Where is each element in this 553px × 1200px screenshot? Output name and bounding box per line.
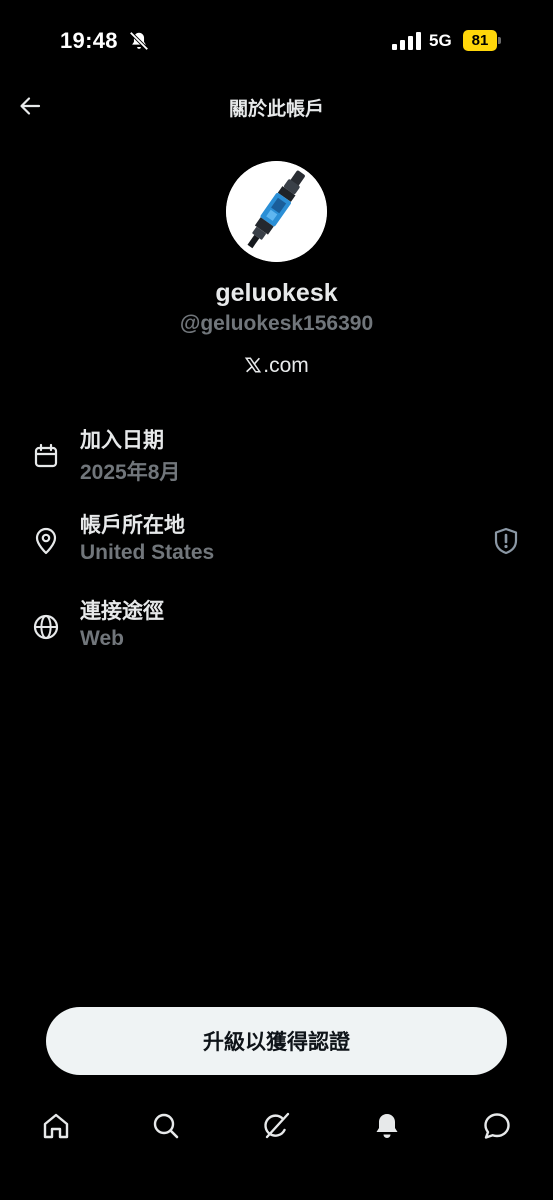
notifications-icon [376, 1114, 398, 1138]
info-row-connected-via: 連接途徑 Web [0, 591, 553, 661]
nav-grok[interactable] [260, 1110, 292, 1142]
info-value: Web [80, 627, 124, 650]
battery-icon: 81 [463, 30, 502, 51]
screen: 19:48 5G 81 關於此帳戶 geluokesk @geluokesk15… [0, 0, 553, 1200]
display-name: geluokesk [215, 279, 338, 307]
home-icon [43, 1113, 69, 1139]
location-pin-icon [35, 527, 57, 555]
page-title: 關於此帳戶 [228, 99, 324, 120]
battery-level: 81 [471, 32, 489, 49]
avatar-image [226, 161, 327, 262]
info-row-join-date: 加入日期 2025年8月 [0, 420, 553, 490]
username: @geluokesk156390 [179, 312, 374, 335]
upgrade-verification-button[interactable]: 升級以獲得認證 [46, 1007, 507, 1075]
info-value: 2025年8月 [80, 461, 181, 484]
info-label: 加入日期 [80, 429, 164, 452]
x-logo-icon [245, 357, 262, 373]
status-time: 19:48 [60, 28, 118, 53]
globe-icon [33, 614, 59, 640]
bottom-nav [0, 1100, 553, 1160]
nav-home[interactable] [40, 1110, 72, 1142]
nav-messages[interactable] [481, 1110, 513, 1142]
shield-alert-icon[interactable] [492, 526, 520, 556]
calendar-icon [34, 443, 58, 468]
messages-icon [484, 1113, 510, 1139]
website-link-text: .com [263, 354, 309, 377]
cellular-signal-icon [392, 32, 421, 50]
avatar[interactable] [226, 161, 327, 262]
info-value: United States [80, 541, 215, 564]
nav-search[interactable] [150, 1110, 182, 1142]
info-label: 帳戶所在地 [80, 514, 185, 537]
info-label: 連接途徑 [80, 600, 164, 623]
info-row-location: 帳戶所在地 United States [0, 505, 553, 575]
search-icon [153, 1113, 179, 1139]
website-link[interactable]: .com [0, 354, 553, 378]
network-type: 5G [429, 31, 452, 50]
status-bar: 19:48 5G 81 [0, 0, 553, 84]
nav-notifications[interactable] [371, 1110, 403, 1142]
grok-icon [264, 1112, 290, 1139]
bell-muted-icon [129, 31, 149, 51]
